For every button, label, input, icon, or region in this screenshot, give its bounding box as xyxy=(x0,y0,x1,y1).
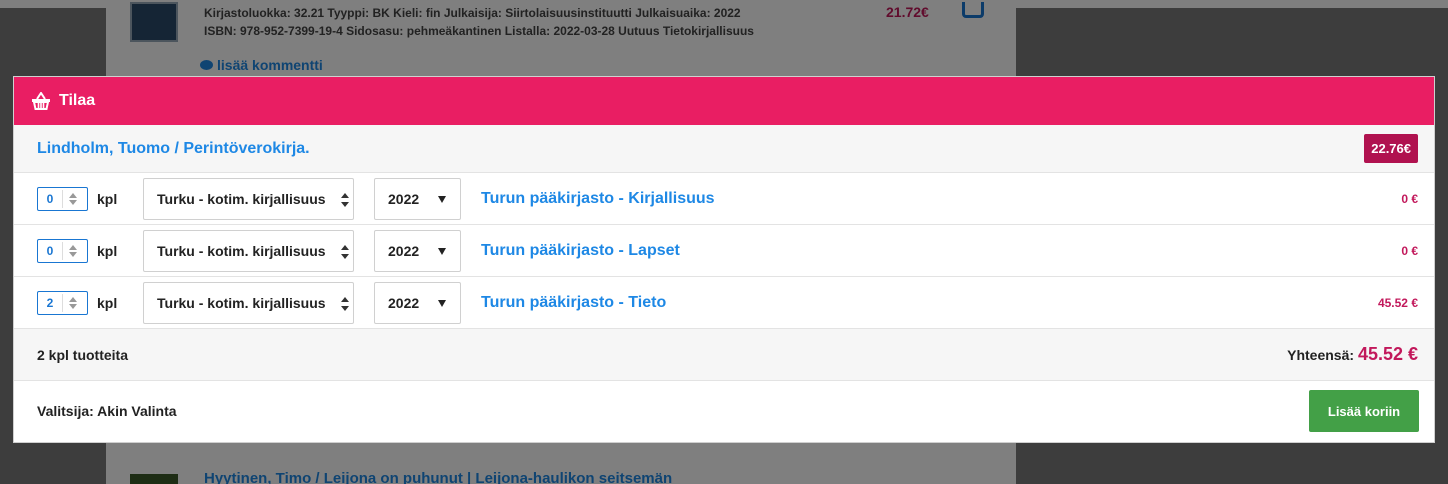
basket-icon xyxy=(32,92,50,110)
year-select[interactable]: 2022 xyxy=(374,229,461,272)
branch-link[interactable]: Turun pääkirjasto - Kirjallisuus xyxy=(481,190,1401,208)
total-label: Yhteensä: xyxy=(1287,347,1355,363)
selector-info: Valitsija: Akin Valinta xyxy=(37,403,177,419)
quantity-stepper[interactable]: 0 xyxy=(37,238,88,263)
spinner-arrows-icon[interactable] xyxy=(62,293,82,312)
select-arrows-icon xyxy=(340,244,350,259)
unit-price-badge: 22.76€ xyxy=(1364,134,1418,163)
quantity-value[interactable]: 0 xyxy=(38,192,62,206)
row-price: 0 € xyxy=(1401,191,1418,206)
chevron-down-icon xyxy=(438,299,446,307)
summary-row: 2 kpl tuotteita Yhteensä: 45.52 € xyxy=(14,329,1434,381)
select-arrows-icon xyxy=(340,296,350,311)
quantity-stepper[interactable]: 0 xyxy=(37,186,88,211)
product-row: Lindholm, Tuomo / Perintöverokirja. 22.7… xyxy=(14,125,1434,173)
spinner-arrows-icon[interactable] xyxy=(62,241,82,260)
chevron-down-icon xyxy=(438,195,446,203)
total-value: 45.52 € xyxy=(1357,344,1418,364)
year-select[interactable]: 2022 xyxy=(374,177,461,220)
row-price: 0 € xyxy=(1401,243,1418,258)
library-select[interactable]: Turku - kotim. kirjallisuus xyxy=(143,281,354,324)
year-select-value: 2022 xyxy=(388,294,420,311)
product-title[interactable]: Lindholm, Tuomo / Perintöverokirja. xyxy=(37,140,310,158)
unit-label: kpl xyxy=(97,242,118,259)
modal-header: Tilaa xyxy=(14,77,1434,125)
modal-footer: Valitsija: Akin Valinta Lisää koriin xyxy=(14,381,1434,441)
add-to-cart-button[interactable]: Lisää koriin xyxy=(1309,390,1419,432)
quantity-stepper[interactable]: 2 xyxy=(37,290,88,315)
year-select-value: 2022 xyxy=(388,242,420,259)
order-row: 2 kpl Turku - kotim. kirjallisuus 2022 T… xyxy=(14,277,1434,329)
library-select-value: Turku - kotim. kirjallisuus xyxy=(157,294,326,311)
branch-link[interactable]: Turun pääkirjasto - Tieto xyxy=(481,294,1378,312)
year-select-value: 2022 xyxy=(388,190,420,207)
item-count: 2 kpl tuotteita xyxy=(37,346,129,363)
spinner-arrows-icon[interactable] xyxy=(62,189,82,208)
row-price: 45.52 € xyxy=(1377,295,1418,310)
order-modal: Tilaa Lindholm, Tuomo / Perintöverokirja… xyxy=(13,76,1435,443)
order-row: 0 kpl Turku - kotim. kirjallisuus 2022 T… xyxy=(14,173,1434,225)
unit-label: kpl xyxy=(97,190,118,207)
year-select[interactable]: 2022 xyxy=(374,281,461,324)
library-select-value: Turku - kotim. kirjallisuus xyxy=(157,242,326,259)
library-select-value: Turku - kotim. kirjallisuus xyxy=(157,190,326,207)
chevron-down-icon xyxy=(438,247,446,255)
unit-label: kpl xyxy=(97,294,118,311)
quantity-value[interactable]: 2 xyxy=(38,296,62,310)
library-select[interactable]: Turku - kotim. kirjallisuus xyxy=(143,177,354,220)
quantity-value[interactable]: 0 xyxy=(38,244,62,258)
branch-link[interactable]: Turun pääkirjasto - Lapset xyxy=(481,242,1401,260)
select-arrows-icon xyxy=(340,192,350,207)
order-row: 0 kpl Turku - kotim. kirjallisuus 2022 T… xyxy=(14,225,1434,277)
total: Yhteensä: 45.52 € xyxy=(1287,344,1418,365)
modal-title: Tilaa xyxy=(59,92,96,109)
library-select[interactable]: Turku - kotim. kirjallisuus xyxy=(143,229,354,272)
